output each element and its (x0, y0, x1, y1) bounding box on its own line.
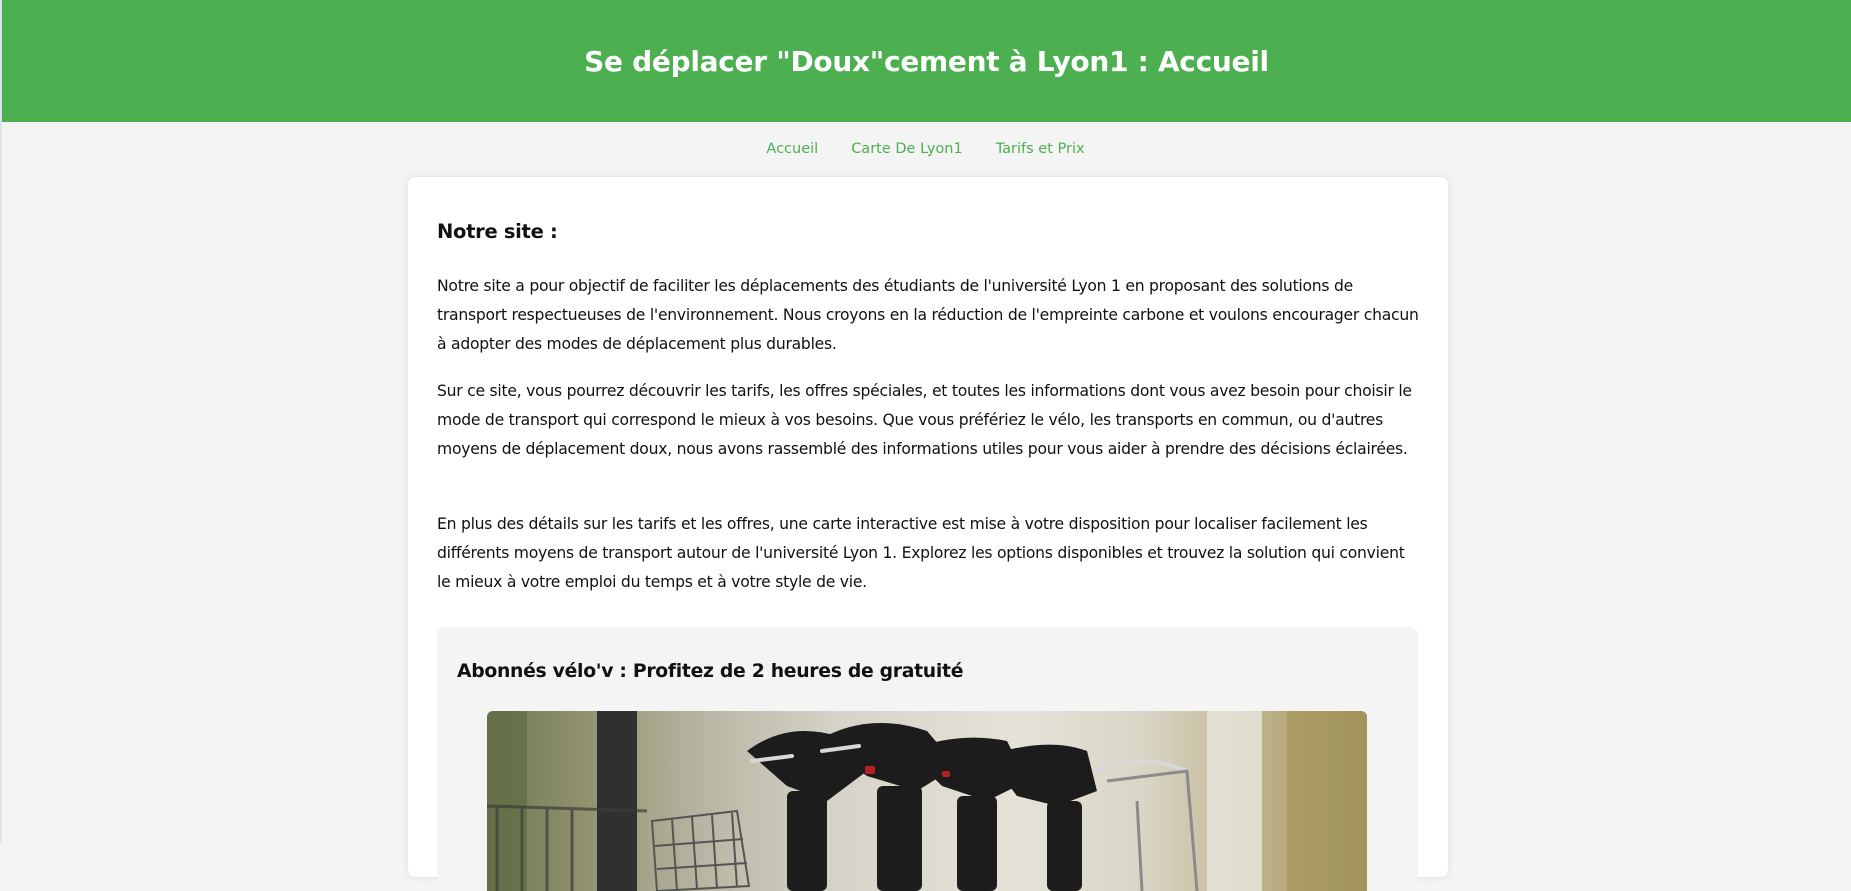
bike-photo (487, 711, 1367, 891)
nav-link-accueil[interactable]: Accueil (766, 141, 818, 157)
section-heading: Notre site : (437, 220, 558, 243)
page-title: Se déplacer "Doux"cement à Lyon1 : Accue… (584, 44, 1269, 78)
bike-photo-illustration (487, 711, 1367, 891)
promo-card-velov: Abonnés vélo'v : Profitez de 2 heures de… (437, 627, 1418, 891)
promo-title: Abonnés vélo'v : Profitez de 2 heures de… (457, 661, 964, 682)
intro-paragraph-1: Notre site a pour objectif de faciliter … (437, 277, 1419, 353)
content-card: Notre site : Notre site a pour objectif … (408, 177, 1448, 891)
page-header: Se déplacer "Doux"cement à Lyon1 : Accue… (2, 0, 1851, 122)
nav-link-carte[interactable]: Carte De Lyon1 (851, 141, 963, 157)
intro-paragraph-3: En plus des détails sur les tarifs et le… (437, 515, 1405, 591)
main-nav: Accueil Carte De Lyon1 Tarifs et Prix (0, 122, 1851, 176)
intro-paragraph-2: Sur ce site, vous pourrez découvrir les … (437, 382, 1412, 458)
nav-link-tarifs[interactable]: Tarifs et Prix (996, 141, 1085, 157)
